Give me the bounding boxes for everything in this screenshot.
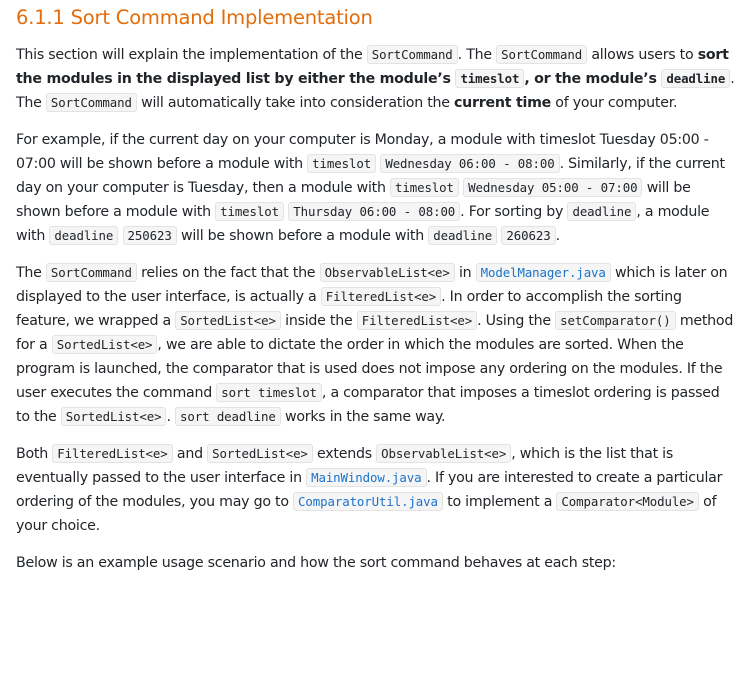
code-timeslot: timeslot xyxy=(455,69,525,88)
code-timeslot: timeslot xyxy=(390,178,459,197)
code-filteredlist: FilteredList<e> xyxy=(320,287,442,306)
code-timeslot-value: Thursday 06:00 - 08:00 xyxy=(288,202,461,221)
paragraph-intro: This section will explain the implementa… xyxy=(16,45,735,112)
document-page: 6.1.1 Sort Command Implementation This s… xyxy=(0,0,751,575)
code-deadline: deadline xyxy=(661,69,731,88)
paragraph-example: For example, if the current day on your … xyxy=(16,132,725,245)
code-timeslot: timeslot xyxy=(215,202,284,221)
code-timeslot-value: Wednesday 06:00 - 08:00 xyxy=(380,154,560,173)
code-filteredlist: FilteredList<e> xyxy=(356,311,478,330)
link-comparatorutil-java[interactable]: ComparatorUtil.java xyxy=(293,492,443,511)
code-filteredlist: FilteredList<e> xyxy=(52,444,173,463)
code-sortcommand: SortCommand xyxy=(366,45,458,64)
code-timeslot: timeslot xyxy=(307,154,377,173)
code-sort-deadline: sort deadline xyxy=(175,407,281,426)
code-sortedlist: SortedList<e> xyxy=(175,311,281,330)
code-sortedlist: SortedList<e> xyxy=(207,444,313,463)
code-deadline-value: 260623 xyxy=(501,226,556,245)
code-deadline: deadline xyxy=(428,226,498,245)
link-mainwindow-java[interactable]: MainWindow.java xyxy=(306,468,427,487)
paragraph-implementation: The SortCommand relies on the fact that … xyxy=(16,263,734,426)
code-sort-timeslot: sort timeslot xyxy=(216,383,322,402)
code-observablelist: ObservableList<e> xyxy=(319,263,455,282)
code-sortedlist: SortedList<e> xyxy=(51,335,158,354)
bold-current-time: current time xyxy=(454,95,551,111)
code-setcomparator: setComparator() xyxy=(555,311,676,330)
code-comparator-module: Comparator<Module> xyxy=(556,492,699,511)
paragraph-scenario-intro: Below is an example usage scenario and h… xyxy=(16,555,616,571)
paragraph-lists: Both FilteredList<e> and SortedList<e> e… xyxy=(16,444,723,534)
code-timeslot-value: Wednesday 05:00 - 07:00 xyxy=(463,178,643,197)
code-observablelist: ObservableList<e> xyxy=(376,444,512,463)
code-deadline-value: 250623 xyxy=(122,226,177,245)
code-deadline: deadline xyxy=(49,226,119,245)
link-modelmanager-java[interactable]: ModelManager.java xyxy=(475,263,611,282)
section-heading: 6.1.1 Sort Command Implementation xyxy=(16,6,373,29)
code-sortcommand: SortCommand xyxy=(45,263,137,282)
code-sortcommand: SortCommand xyxy=(45,93,137,112)
code-deadline: deadline xyxy=(567,202,637,221)
code-sortedlist: SortedList<e> xyxy=(60,407,167,426)
code-sortcommand: SortCommand xyxy=(496,45,588,64)
